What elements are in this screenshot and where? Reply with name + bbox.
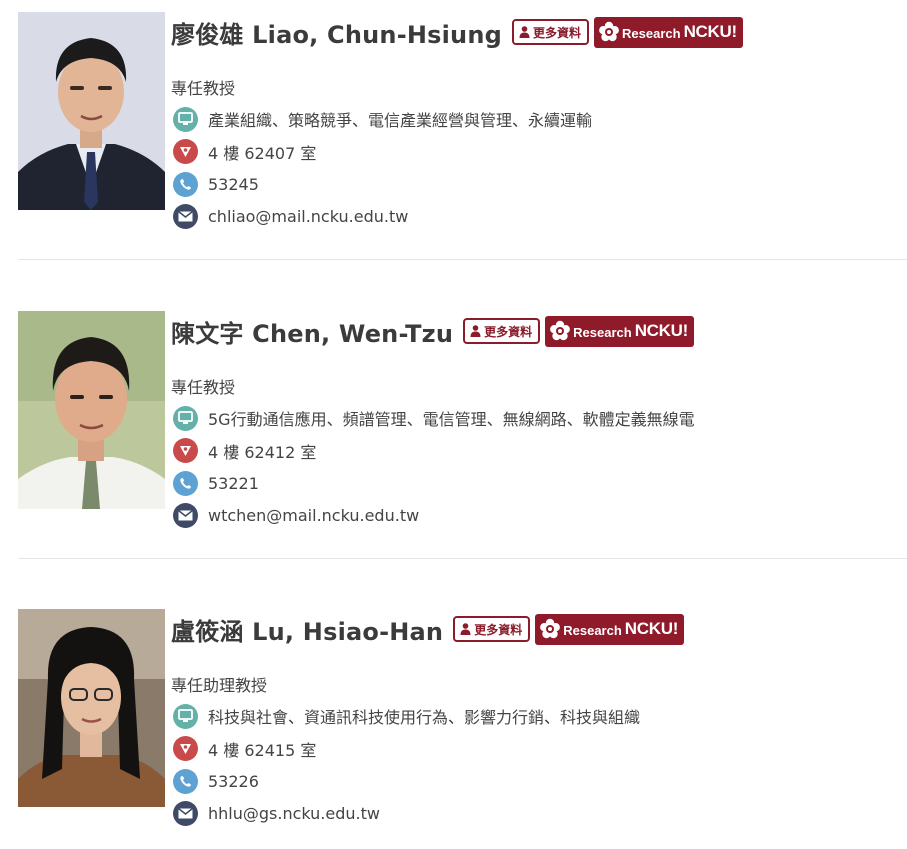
phone-row: 53221: [171, 467, 901, 500]
phone-row: 53226: [171, 765, 901, 798]
research-areas-row: 產業組織、策略競爭、電信產業經營與管理、永續運輸: [171, 103, 901, 136]
research-ncku-button[interactable]: Research NCKU!: [594, 16, 743, 48]
phone-icon: [173, 768, 198, 794]
ncku-label: NCKU!: [634, 321, 689, 340]
office-row: 4 樓 62415 室: [171, 733, 901, 766]
office-location: 4 樓 62412 室: [208, 442, 317, 462]
more-info-label: 更多資料: [484, 324, 533, 339]
research-areas-row: 科技與社會、資通訊科技使用行為、影響力行銷、科技與組織: [171, 700, 901, 733]
more-info-button[interactable]: 更多資料: [512, 19, 590, 45]
research-ncku-button[interactable]: Research NCKU!: [545, 315, 694, 347]
phone-icon: [173, 470, 198, 496]
faculty-info: 陳文字 Chen, Wen-Tzu 更多資料 Research NCKU! 專任…: [171, 311, 901, 532]
faculty-title: 專任教授: [171, 79, 236, 98]
ncku-label: NCKU!: [624, 619, 679, 638]
research-label: Research: [563, 623, 622, 638]
divider: [18, 259, 907, 260]
mail-icon: [173, 503, 198, 529]
email-row: hhlu@gs.ncku.edu.tw: [171, 798, 901, 831]
person-icon: [519, 26, 530, 38]
location-icon: [173, 438, 198, 464]
flower-logo-icon: [599, 21, 619, 42]
faculty-photo[interactable]: [18, 311, 165, 509]
name-row: 陳文字 Chen, Wen-Tzu 更多資料 Research NCKU!: [171, 311, 901, 351]
office-location: 4 樓 62415 室: [208, 740, 317, 760]
faculty-details: 科技與社會、資通訊科技使用行為、影響力行銷、科技與組織 4 樓 62415 室 …: [171, 700, 901, 830]
location-icon: [173, 139, 198, 165]
faculty-photo[interactable]: [18, 609, 165, 807]
office-row: 4 樓 62412 室: [171, 435, 901, 468]
more-info-button[interactable]: 更多資料: [453, 616, 531, 642]
name-row: 廖俊雄 Liao, Chun-Hsiung 更多資料 Research NCKU…: [171, 12, 901, 52]
monitor-icon: [173, 106, 198, 132]
phone-extension[interactable]: 53245: [208, 175, 259, 194]
research-areas: 科技與社會、資通訊科技使用行為、影響力行銷、科技與組織: [208, 708, 641, 728]
research-ncku-button[interactable]: Research NCKU!: [535, 613, 685, 645]
monitor-icon: [173, 405, 198, 431]
phone-icon: [173, 171, 198, 197]
person-icon: [470, 325, 481, 337]
phone-extension[interactable]: 53221: [208, 474, 259, 493]
email-row: wtchen@mail.ncku.edu.tw: [171, 500, 901, 533]
email-row: chliao@mail.ncku.edu.tw: [171, 201, 901, 234]
name-row: 盧筱涵 Lu, Hsiao-Han 更多資料 Research NCKU!: [171, 609, 901, 649]
monitor-icon: [173, 703, 198, 729]
research-areas: 產業組織、策略競爭、電信產業經營與管理、永續運輸: [208, 111, 593, 131]
office-location: 4 樓 62407 室: [208, 143, 317, 163]
divider: [18, 558, 907, 559]
more-info-label: 更多資料: [533, 25, 582, 40]
email-address[interactable]: chliao@mail.ncku.edu.tw: [208, 207, 408, 226]
location-icon: [173, 736, 198, 762]
faculty-card: 陳文字 Chen, Wen-Tzu 更多資料 Research NCKU! 專任…: [18, 311, 907, 551]
mail-icon: [173, 204, 198, 230]
email-address[interactable]: wtchen@mail.ncku.edu.tw: [208, 506, 419, 525]
email-address[interactable]: hhlu@gs.ncku.edu.tw: [208, 804, 380, 823]
more-info-button[interactable]: 更多資料: [463, 318, 541, 344]
faculty-card: 盧筱涵 Lu, Hsiao-Han 更多資料 Research NCKU! 專任…: [18, 609, 907, 849]
phone-row: 53245: [171, 168, 901, 201]
mail-icon: [173, 801, 198, 827]
phone-extension[interactable]: 53226: [208, 772, 259, 791]
flower-logo-icon: [550, 320, 571, 341]
faculty-title: 專任助理教授: [171, 676, 268, 695]
person-icon: [460, 623, 471, 635]
faculty-name[interactable]: 陳文字 Chen, Wen-Tzu: [171, 314, 453, 349]
faculty-info: 廖俊雄 Liao, Chun-Hsiung 更多資料 Research NCKU…: [171, 12, 901, 233]
research-areas-row: 5G行動通信應用、頻譜管理、電信管理、無線網路、軟體定義無線電: [171, 402, 901, 435]
faculty-name[interactable]: 盧筱涵 Lu, Hsiao-Han: [171, 612, 443, 647]
ncku-label: NCKU!: [683, 22, 738, 41]
faculty-card: 廖俊雄 Liao, Chun-Hsiung 更多資料 Research NCKU…: [18, 12, 907, 252]
faculty-photo[interactable]: [18, 12, 165, 210]
research-label: Research: [622, 26, 681, 41]
faculty-name[interactable]: 廖俊雄 Liao, Chun-Hsiung: [171, 15, 502, 50]
faculty-details: 5G行動通信應用、頻譜管理、電信管理、無線網路、軟體定義無線電 4 樓 6241…: [171, 402, 901, 532]
faculty-title: 專任教授: [171, 378, 236, 397]
flower-logo-icon: [540, 618, 561, 639]
more-info-label: 更多資料: [474, 622, 523, 637]
research-areas: 5G行動通信應用、頻譜管理、電信管理、無線網路、軟體定義無線電: [208, 410, 695, 430]
faculty-details: 產業組織、策略競爭、電信產業經營與管理、永續運輸 4 樓 62407 室 532…: [171, 103, 901, 233]
research-label: Research: [573, 325, 632, 340]
office-row: 4 樓 62407 室: [171, 136, 901, 169]
faculty-info: 盧筱涵 Lu, Hsiao-Han 更多資料 Research NCKU! 專任…: [171, 609, 901, 830]
